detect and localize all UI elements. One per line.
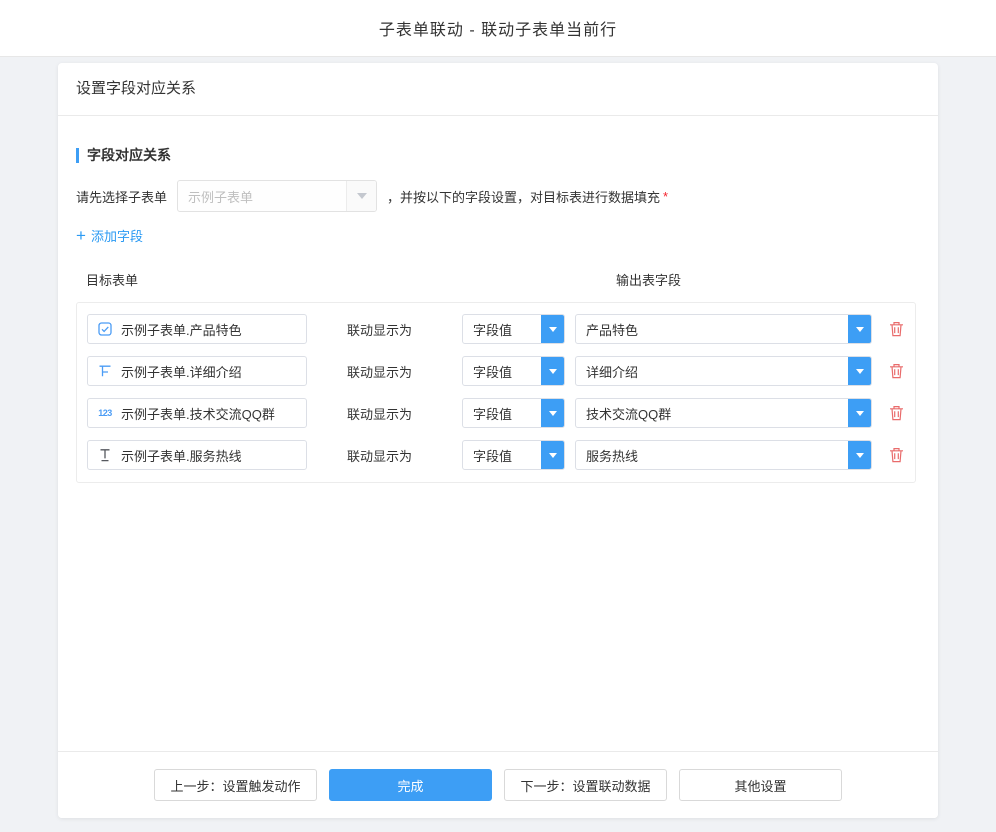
output-field-value: 技术交流QQ群 [576, 404, 671, 423]
target-field-box[interactable]: 123 示例子表单.技术交流QQ群 [87, 398, 307, 428]
done-button[interactable]: 完成 [329, 769, 492, 801]
chevron-down-icon[interactable] [541, 399, 564, 427]
chevron-down-icon[interactable] [848, 399, 871, 427]
chevron-down-icon [346, 181, 376, 211]
target-field-box[interactable]: 示例子表单.产品特色 [87, 314, 307, 344]
target-field-box[interactable]: 示例子表单.详细介绍 [87, 356, 307, 386]
target-field-label: 示例子表单.详细介绍 [121, 362, 242, 381]
display-mode-value: 字段值 [463, 362, 512, 381]
card-body: 字段对应关系 请先选择子表单 示例子表单 ，并按以下的字段设置，对目标表进行数据… [58, 148, 938, 483]
subform-select-row: 请先选择子表单 示例子表单 ，并按以下的字段设置，对目标表进行数据填充 * [76, 180, 920, 212]
field-mapping-row: 示例子表单.详细介绍 联动显示为 字段值 详细介绍 [87, 356, 905, 386]
section-title: 字段对应关系 [76, 148, 920, 163]
display-mode-value: 字段值 [463, 320, 512, 339]
link-display-label: 联动显示为 [347, 404, 413, 423]
next-step-button[interactable]: 下一步：设置联动数据 [504, 769, 667, 801]
richtext-icon [97, 364, 113, 378]
display-mode-select[interactable]: 字段值 [462, 398, 565, 428]
chevron-down-icon[interactable] [541, 441, 564, 469]
output-field-select[interactable]: 产品特色 [575, 314, 872, 344]
delete-row-trash-icon[interactable] [889, 447, 904, 463]
dialog-title: 子表单联动 - 联动子表单当前行 [379, 16, 617, 40]
link-display-label: 联动显示为 [347, 446, 413, 465]
column-header-target: 目标表单 [86, 273, 138, 288]
other-settings-button[interactable]: 其他设置 [679, 769, 842, 801]
prev-step-button[interactable]: 上一步：设置触发动作 [154, 769, 317, 801]
subform-select[interactable]: 示例子表单 [177, 180, 377, 212]
target-field-label: 示例子表单.产品特色 [121, 320, 242, 339]
subform-select-label: 请先选择子表单 [76, 187, 167, 206]
subform-select-hint: ，并按以下的字段设置，对目标表进行数据填充 [387, 187, 660, 206]
text-icon [97, 448, 113, 462]
required-asterisk: * [663, 189, 668, 204]
output-field-value: 服务热线 [576, 446, 638, 465]
target-field-label: 示例子表单.服务热线 [121, 446, 242, 465]
subform-select-placeholder: 示例子表单 [178, 187, 253, 206]
chevron-down-icon[interactable] [541, 357, 564, 385]
display-mode-value: 字段值 [463, 404, 512, 423]
display-mode-select[interactable]: 字段值 [462, 356, 565, 386]
link-display-label: 联动显示为 [347, 320, 413, 339]
checkbox-icon [97, 322, 113, 336]
chevron-down-icon[interactable] [848, 315, 871, 343]
link-display-label: 联动显示为 [347, 362, 413, 381]
chevron-down-icon[interactable] [848, 441, 871, 469]
chevron-down-icon[interactable] [541, 315, 564, 343]
chevron-down-icon[interactable] [848, 357, 871, 385]
field-mapping-row: 123 示例子表单.技术交流QQ群 联动显示为 字段值 技术交流QQ群 [87, 398, 905, 428]
output-field-select[interactable]: 详细介绍 [575, 356, 872, 386]
column-header-output: 输出表字段 [616, 270, 681, 289]
field-mapping-list: 示例子表单.产品特色 联动显示为 字段值 产品特色 示例子表单.详细介绍 联动显… [76, 302, 916, 483]
target-field-box[interactable]: 示例子表单.服务热线 [87, 440, 307, 470]
field-mapping-row: 示例子表单.服务热线 联动显示为 字段值 服务热线 [87, 440, 905, 470]
add-field-label: 添加字段 [91, 226, 143, 245]
delete-row-trash-icon[interactable] [889, 321, 904, 337]
delete-row-trash-icon[interactable] [889, 363, 904, 379]
add-field-button[interactable]: + 添加字段 [76, 226, 143, 245]
output-field-value: 详细介绍 [576, 362, 638, 381]
column-headers: 目标表单 输出表字段 [76, 270, 920, 287]
field-mapping-row: 示例子表单.产品特色 联动显示为 字段值 产品特色 [87, 314, 905, 344]
output-field-select[interactable]: 服务热线 [575, 440, 872, 470]
page: 子表单联动 - 联动子表单当前行 设置字段对应关系 字段对应关系 请先选择子表单… [0, 0, 996, 832]
output-field-value: 产品特色 [576, 320, 638, 339]
display-mode-select[interactable]: 字段值 [462, 314, 565, 344]
delete-row-trash-icon[interactable] [889, 405, 904, 421]
output-field-select[interactable]: 技术交流QQ群 [575, 398, 872, 428]
settings-card: 设置字段对应关系 字段对应关系 请先选择子表单 示例子表单 ，并按以下的字段设置… [58, 63, 938, 818]
footer-actions: 上一步：设置触发动作 完成 下一步：设置联动数据 其他设置 [58, 751, 938, 818]
display-mode-select[interactable]: 字段值 [462, 440, 565, 470]
display-mode-value: 字段值 [463, 446, 512, 465]
target-field-label: 示例子表单.技术交流QQ群 [121, 404, 275, 423]
number-icon: 123 [97, 408, 113, 418]
plus-icon: + [76, 229, 86, 242]
dialog-header: 子表单联动 - 联动子表单当前行 [0, 0, 996, 57]
card-title: 设置字段对应关系 [58, 63, 938, 116]
